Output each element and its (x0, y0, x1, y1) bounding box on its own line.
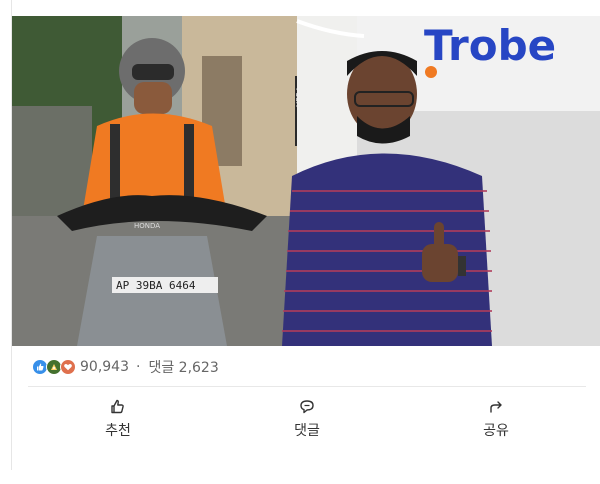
share-label: 공유 (483, 423, 509, 439)
reaction-separator: · (136, 359, 141, 375)
like-button[interactable]: 추천 (28, 392, 208, 446)
like-label: 추천 (105, 423, 131, 439)
thumbs-up-icon (109, 398, 127, 416)
post-photo: AP 39BA 6464 HONDA PUSH Trobe (12, 16, 600, 346)
comment-label: 댓글 (294, 423, 320, 439)
reaction-count[interactable]: 90,943 (80, 359, 129, 375)
comment-icon (298, 398, 316, 416)
action-bar: 추천 댓글 공유 (28, 392, 586, 446)
share-button[interactable]: 공유 (406, 392, 586, 446)
reaction-icons (32, 359, 76, 375)
love-icon (60, 359, 76, 375)
comment-count[interactable]: 댓글 2,623 (148, 357, 218, 377)
comment-button[interactable]: 댓글 (217, 392, 397, 446)
scooter-brand-text: HONDA (134, 222, 160, 230)
divider (28, 386, 586, 387)
scooter-plate-text: AP 39BA 6464 (116, 279, 196, 292)
wall-logo-text: Trobe (424, 21, 556, 70)
reactions-bar[interactable]: 90,943 · 댓글 2,623 (32, 356, 219, 378)
post-image[interactable]: AP 39BA 6464 HONDA PUSH Trobe (12, 16, 600, 346)
share-icon (487, 398, 505, 416)
